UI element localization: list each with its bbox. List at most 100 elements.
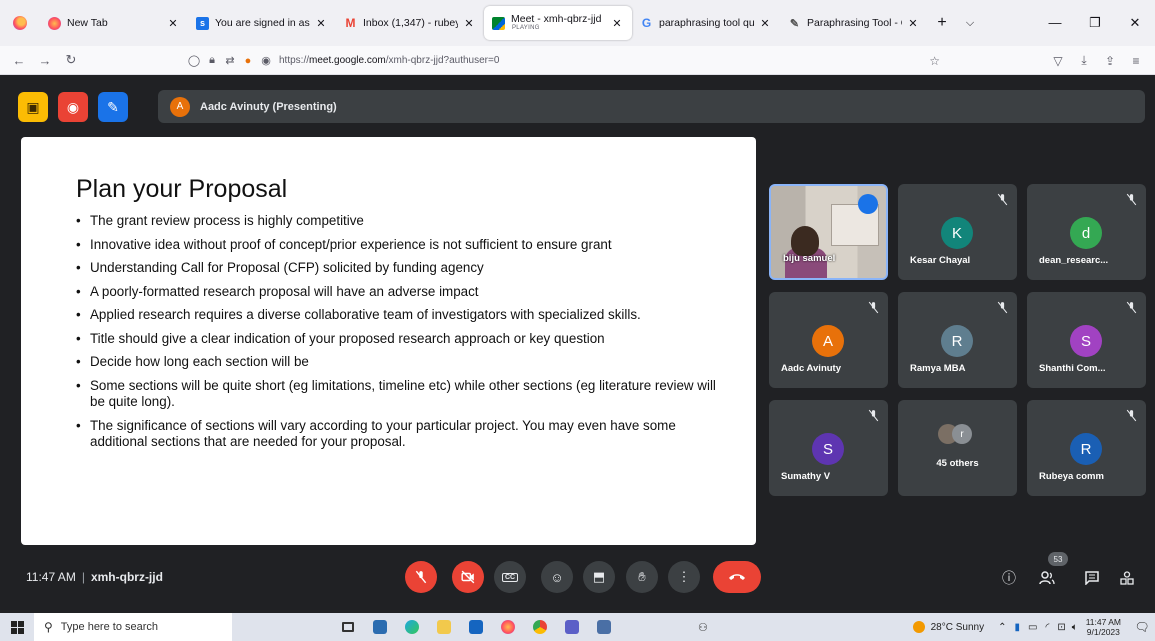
- presenting-label: Aadc Avinuty (Presenting): [200, 100, 337, 113]
- people-icon[interactable]: [1036, 567, 1058, 589]
- tab-label: Inbox (1,347) - rubeya: [363, 17, 458, 29]
- url-text[interactable]: https://meet.google.com/xmh-qbrz-jjd?aut…: [279, 55, 499, 66]
- meeting-details-icon[interactable]: ⓘ: [998, 567, 1020, 589]
- tab-close-icon[interactable]: ✕: [166, 17, 180, 30]
- participant-tile-shanthi[interactable]: S Shanthi Com...: [1027, 292, 1146, 388]
- pocket-icon[interactable]: ▽: [1045, 54, 1071, 68]
- hamburger-menu-icon[interactable]: ≡: [1123, 54, 1149, 68]
- bookmark-star-icon[interactable]: ☆: [929, 54, 940, 68]
- tab-inbox[interactable]: M Inbox (1,347) - rubeya ✕: [336, 6, 484, 40]
- weather-text[interactable]: 28°C Sunny: [931, 622, 984, 633]
- wifi-icon[interactable]: ◜: [1045, 622, 1049, 633]
- teams-icon[interactable]: [556, 613, 588, 641]
- participant-tile-sumathy-v[interactable]: S Sumathy V: [769, 400, 888, 496]
- clock-time: 11:47 AM: [1085, 617, 1121, 627]
- emoji-reaction-button[interactable]: ☺: [541, 561, 573, 593]
- notification-icon[interactable]: 🗨︎: [1129, 620, 1155, 634]
- permissions-icon[interactable]: ⇄: [221, 54, 239, 67]
- avatar: d: [1070, 217, 1102, 249]
- mic-off-icon: [1126, 409, 1137, 422]
- tab-new-tab[interactable]: New Tab ✕: [40, 6, 188, 40]
- slide-bullet: A poorly-formatted research proposal wil…: [76, 284, 716, 301]
- person-icon[interactable]: ⚇: [698, 621, 708, 634]
- camera-permission-icon[interactable]: ◉: [257, 54, 275, 67]
- window-controls: — ❐ ✕: [1035, 15, 1155, 31]
- firefox-menu-icon[interactable]: [0, 0, 40, 46]
- taskbar-search-box[interactable]: ⚲ Type here to search: [34, 613, 232, 641]
- captions-button[interactable]: CC: [494, 561, 526, 593]
- activities-icon[interactable]: [1116, 567, 1138, 589]
- mic-off-icon: [1126, 301, 1137, 314]
- weather-sun-icon[interactable]: [912, 621, 925, 633]
- reload-icon[interactable]: ↻: [58, 52, 84, 68]
- more-options-button[interactable]: ⋮: [668, 561, 700, 593]
- camera-off-button[interactable]: ▣: [18, 92, 48, 122]
- forward-arrow-icon[interactable]: →: [32, 53, 58, 68]
- store-icon[interactable]: [364, 613, 396, 641]
- slide-bullet: The grant review process is highly compe…: [76, 213, 716, 230]
- participant-tile-biju-samuel[interactable]: biju samuel: [769, 184, 888, 280]
- battery-icon[interactable]: ▭: [1028, 622, 1037, 633]
- leave-call-button[interactable]: [713, 561, 761, 593]
- restore-icon[interactable]: ❐: [1075, 15, 1115, 31]
- tab-label: Meet - xmh-qbrz-jjd: [511, 13, 602, 25]
- slide-bullets: The grant review process is highly compe…: [76, 213, 716, 451]
- participant-tile-aadc-avinuty[interactable]: A Aadc Avinuty: [769, 292, 888, 388]
- participant-name: dean_researc...: [1039, 255, 1109, 266]
- participant-tile-rubeya[interactable]: R Rubeya comm: [1027, 400, 1146, 496]
- present-screen-button[interactable]: ⬒: [583, 561, 615, 593]
- tab-close-icon[interactable]: ✕: [462, 17, 476, 30]
- close-icon[interactable]: ✕: [1115, 15, 1155, 31]
- windows-start-button[interactable]: [0, 620, 34, 634]
- participant-name: Aadc Avinuty: [781, 363, 842, 374]
- chat-icon[interactable]: [1081, 567, 1103, 589]
- volume-icon[interactable]: 🔈︎: [1072, 622, 1078, 633]
- slide-bullet: Decide how long each section will be: [76, 354, 716, 371]
- participant-tile-others[interactable]: r 45 others: [898, 400, 1017, 496]
- tab-paraphrasing-search[interactable]: G paraphrasing tool quil ✕: [632, 6, 780, 40]
- lock-icon[interactable]: 🔒︎: [203, 54, 221, 67]
- task-view-icon[interactable]: [332, 613, 364, 641]
- avatar: K: [941, 217, 973, 249]
- new-tab-plus-icon[interactable]: +: [928, 14, 956, 32]
- participant-tile-kesar-chayal[interactable]: K Kesar Chayal: [898, 184, 1017, 280]
- app-icon[interactable]: [588, 613, 620, 641]
- participant-tile-ramya-mba[interactable]: R Ramya MBA: [898, 292, 1017, 388]
- edit-share-button[interactable]: ✎: [98, 92, 128, 122]
- edge-icon[interactable]: [396, 613, 428, 641]
- file-explorer-icon[interactable]: [428, 613, 460, 641]
- search-placeholder: Type here to search: [60, 621, 159, 633]
- tray-app-icon[interactable]: ▮: [1014, 622, 1020, 633]
- chrome-icon[interactable]: [524, 613, 556, 641]
- language-icon[interactable]: ⊡: [1057, 622, 1065, 633]
- gmail-icon: M: [345, 16, 356, 30]
- tab-paraphrasing-tool[interactable]: ✎ Paraphrasing Tool - Qu ✕: [780, 6, 928, 40]
- chevron-down-icon[interactable]: ⌵: [956, 17, 984, 30]
- mail-icon[interactable]: [460, 613, 492, 641]
- mic-permission-icon[interactable]: ●: [239, 55, 257, 67]
- record-button[interactable]: ◉: [58, 92, 88, 122]
- system-tray: 28°C Sunny ⌃ ▮ ▭ ◜ ⊡ 🔈︎ 11:47 AM 9/1/202…: [912, 613, 1155, 641]
- back-arrow-icon[interactable]: ←: [6, 53, 32, 68]
- tab-close-icon[interactable]: ✕: [906, 17, 920, 30]
- tab-signed-in[interactable]: s You are signed in as cc ✕: [188, 6, 336, 40]
- firefox-taskbar-icon[interactable]: [492, 613, 524, 641]
- slide-bullet: Understanding Call for Proposal (CFP) so…: [76, 260, 716, 277]
- participant-name: Sumathy V: [781, 471, 831, 482]
- url-bar[interactable]: ◯ 🔒︎ ⇄ ● ◉ https://meet.google.com/xmh-q…: [185, 50, 940, 71]
- camera-toggle-button[interactable]: [452, 561, 484, 593]
- participant-tile-dean-research[interactable]: d dean_researc...: [1027, 184, 1146, 280]
- tab-close-icon[interactable]: ✕: [314, 17, 328, 30]
- minimize-icon[interactable]: —: [1035, 15, 1075, 31]
- raise-hand-button[interactable]: ✋︎: [626, 561, 658, 593]
- taskbar-clock[interactable]: 11:47 AM 9/1/2023: [1086, 617, 1121, 637]
- download-icon[interactable]: ⤓: [1071, 53, 1097, 68]
- presenting-banner: A Aadc Avinuty (Presenting): [158, 90, 1145, 123]
- tab-close-icon[interactable]: ✕: [758, 17, 772, 30]
- shield-icon[interactable]: ◯: [185, 54, 203, 67]
- tray-chevron-up-icon[interactable]: ⌃: [998, 622, 1006, 633]
- tab-meet[interactable]: Meet - xmh-qbrz-jjd PLAYING ✕: [484, 6, 632, 40]
- extensions-icon[interactable]: ⇪: [1097, 54, 1123, 68]
- tab-close-icon[interactable]: ✕: [610, 17, 624, 30]
- mic-toggle-button[interactable]: [405, 561, 437, 593]
